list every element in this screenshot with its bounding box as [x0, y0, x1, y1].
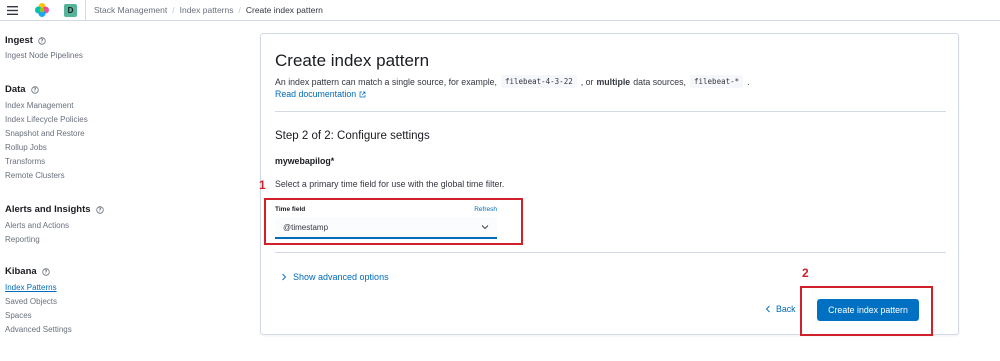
- description-text: .: [747, 76, 750, 87]
- back-button[interactable]: Back: [765, 304, 796, 314]
- description-bold: multiple: [596, 76, 631, 87]
- page-description: An index pattern can match a single sour…: [275, 75, 750, 88]
- annotation-number-1: 1: [259, 178, 266, 192]
- breadcrumb: Stack Management / Index patterns / Crea…: [94, 5, 323, 15]
- help-icon[interactable]: ?: [95, 205, 104, 214]
- sidebar-group-data: Data ? Index Management Index Lifecycle …: [5, 83, 88, 183]
- code-example-single: filebeat-4-3-22: [501, 75, 577, 88]
- breadcrumb-stack-management[interactable]: Stack Management: [94, 5, 167, 15]
- sidebar-group-title: Alerts and Insights ?: [5, 203, 104, 216]
- chevron-right-icon: [282, 273, 287, 281]
- sidebar-group-kibana: Kibana ? Index Patterns Saved Objects Sp…: [5, 265, 72, 337]
- sidebar-item-advanced-settings[interactable]: Advanced Settings: [5, 323, 72, 337]
- sidebar-group-title: Ingest ?: [5, 34, 83, 47]
- sidebar-item-index-lifecycle-policies[interactable]: Index Lifecycle Policies: [5, 113, 88, 127]
- svg-text:?: ?: [33, 87, 36, 93]
- chevron-left-icon: [765, 305, 770, 313]
- breadcrumb-index-patterns[interactable]: Index patterns: [180, 5, 234, 15]
- external-link-icon: [359, 91, 366, 97]
- description-text: data sources,: [633, 76, 686, 87]
- sidebar-item-reporting[interactable]: Reporting: [5, 233, 104, 247]
- svg-text:?: ?: [98, 207, 101, 213]
- sidebar-item-remote-clusters[interactable]: Remote Clusters: [5, 169, 88, 183]
- sidebar-group-alerts-and-insights: Alerts and Insights ? Alerts and Actions…: [5, 203, 104, 247]
- sidebar-item-alerts-and-actions[interactable]: Alerts and Actions: [5, 219, 104, 233]
- show-advanced-options-toggle[interactable]: Show advanced options: [281, 272, 389, 282]
- annotation-box-2: [800, 286, 933, 336]
- read-documentation-link[interactable]: Read documentation: [275, 89, 366, 99]
- header-divider: [85, 0, 86, 21]
- divider: [275, 252, 946, 253]
- svg-text:?: ?: [44, 269, 47, 275]
- sidebar-item-transforms[interactable]: Transforms: [5, 155, 88, 169]
- sidebar-item-index-management[interactable]: Index Management: [5, 99, 88, 113]
- description-text: , or: [580, 76, 594, 87]
- sidebar-item-spaces[interactable]: Spaces: [5, 309, 72, 323]
- back-label: Back: [776, 304, 796, 314]
- sidebar-group-label: Data: [5, 84, 26, 95]
- sidebar-item-index-patterns[interactable]: Index Patterns: [5, 281, 72, 295]
- sidebar-group-title: Data ?: [5, 83, 88, 96]
- index-pattern-name: mywebapilog*: [275, 156, 335, 166]
- sidebar-item-snapshot-and-restore[interactable]: Snapshot and Restore: [5, 127, 88, 141]
- help-icon[interactable]: ?: [38, 36, 46, 45]
- divider: [275, 111, 946, 112]
- top-header: D Stack Management / Index patterns / Cr…: [0, 0, 1000, 21]
- doc-link-label: Read documentation: [275, 89, 357, 99]
- elastic-logo[interactable]: [32, 0, 52, 20]
- advanced-options-label: Show advanced options: [293, 272, 389, 282]
- sidebar-group-title: Kibana ?: [5, 265, 72, 278]
- description-text: An index pattern can match a single sour…: [275, 76, 497, 87]
- menu-icon[interactable]: [3, 1, 21, 19]
- sidebar-item-rollup-jobs[interactable]: Rollup Jobs: [5, 141, 88, 155]
- space-avatar[interactable]: D: [64, 3, 77, 17]
- sidebar-item-ingest-node-pipelines[interactable]: Ingest Node Pipelines: [5, 49, 83, 63]
- annotation-number-2: 2: [802, 266, 809, 280]
- breadcrumb-separator: /: [238, 5, 241, 15]
- svg-text:?: ?: [41, 38, 44, 44]
- page-title: Create index pattern: [275, 51, 430, 70]
- code-example-multiple: filebeat-*: [690, 75, 744, 88]
- breadcrumb-create-index-pattern: Create index pattern: [245, 5, 323, 15]
- sidebar-group-ingest: Ingest ? Ingest Node Pipelines: [5, 34, 83, 63]
- step-title: Step 2 of 2: Configure settings: [275, 130, 430, 142]
- sidebar-item-saved-objects[interactable]: Saved Objects: [5, 295, 72, 309]
- breadcrumb-separator: /: [172, 5, 175, 15]
- annotation-box-1: [264, 198, 523, 245]
- sidebar-group-label: Kibana: [5, 266, 37, 277]
- sidebar-group-label: Ingest: [5, 35, 33, 46]
- help-icon[interactable]: ?: [41, 267, 50, 276]
- time-field-instructions: Select a primary time field for use with…: [275, 179, 505, 189]
- sidebar-group-label: Alerts and Insights: [5, 204, 91, 215]
- sidebar: Ingest ? Ingest Node Pipelines Data ? In…: [0, 21, 245, 361]
- help-icon[interactable]: ?: [30, 85, 39, 94]
